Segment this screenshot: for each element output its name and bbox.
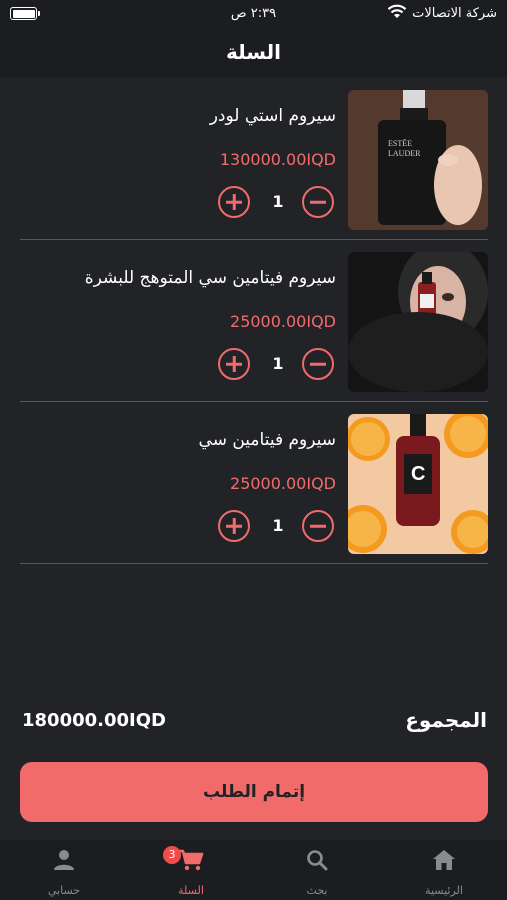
wifi-icon (387, 4, 407, 24)
bottom-nav: الرئيسية بحث 3 السلة حسابي (0, 840, 507, 900)
product-name: سيروم استي لودر (209, 106, 336, 126)
checkout-button-label: إتمام الطلب (202, 782, 306, 802)
svg-text:LAUDER: LAUDER (388, 149, 421, 158)
product-image[interactable] (348, 252, 488, 392)
product-name: سيروم فيتامين سي (198, 430, 336, 450)
decrease-quantity-button[interactable] (302, 186, 334, 218)
decrease-quantity-button[interactable] (302, 510, 334, 542)
total-label: المجموع (405, 708, 487, 732)
nav-account[interactable]: حسابي (14, 840, 114, 900)
quantity-value: 1 (272, 192, 284, 211)
carrier-name: شركة الاتصالات (412, 6, 497, 21)
quantity-value: 1 (272, 516, 284, 535)
cart-icon (177, 848, 205, 876)
person-icon (52, 848, 76, 876)
nav-search[interactable]: بحث (267, 840, 367, 900)
cart-badge: 3 (163, 846, 181, 864)
increase-quantity-button[interactable] (218, 348, 250, 380)
battery-icon (10, 7, 40, 20)
product-name: سيروم فيتامين سي المتوهج للبشرة (84, 268, 336, 288)
increase-quantity-button[interactable] (218, 186, 250, 218)
search-icon (305, 848, 329, 876)
product-price: 25000.00IQD (230, 312, 336, 331)
cart-item: C سيروم فيتامين سي 25000.00IQD 1 (20, 402, 488, 564)
nav-cart[interactable]: 3 السلة (141, 840, 241, 900)
status-bar: شركة الاتصالات ٢:٣٩ ص (0, 0, 507, 30)
total-value: 180000.00IQD (22, 710, 166, 731)
nav-cart-label: السلة (178, 884, 204, 897)
svg-text:ESTĒE: ESTĒE (388, 139, 412, 148)
decrease-quantity-button[interactable] (302, 348, 334, 380)
home-icon (431, 848, 457, 876)
product-price: 25000.00IQD (230, 474, 336, 493)
nav-search-label: بحث (306, 884, 328, 897)
increase-quantity-button[interactable] (218, 510, 250, 542)
quantity-value: 1 (272, 354, 284, 373)
cart-item: ESTĒE LAUDER سيروم استي لودر 130000.00IQ… (20, 78, 488, 240)
nav-home[interactable]: الرئيسية (394, 840, 494, 900)
page-title: السلة (225, 40, 281, 64)
svg-text:C: C (411, 463, 425, 485)
nav-account-label: حسابي (47, 884, 81, 897)
product-image[interactable]: ESTĒE LAUDER (348, 90, 488, 230)
clock: ٢:٣٩ ص (230, 6, 277, 21)
app-header: السلة (0, 30, 507, 78)
product-image[interactable]: C (348, 414, 488, 554)
product-price: 130000.00IQD (219, 150, 336, 169)
nav-home-label: الرئيسية (425, 884, 463, 897)
cart-item: سيروم فيتامين سي المتوهج للبشرة 25000.00… (20, 240, 488, 402)
checkout-button[interactable]: إتمام الطلب (20, 762, 488, 822)
